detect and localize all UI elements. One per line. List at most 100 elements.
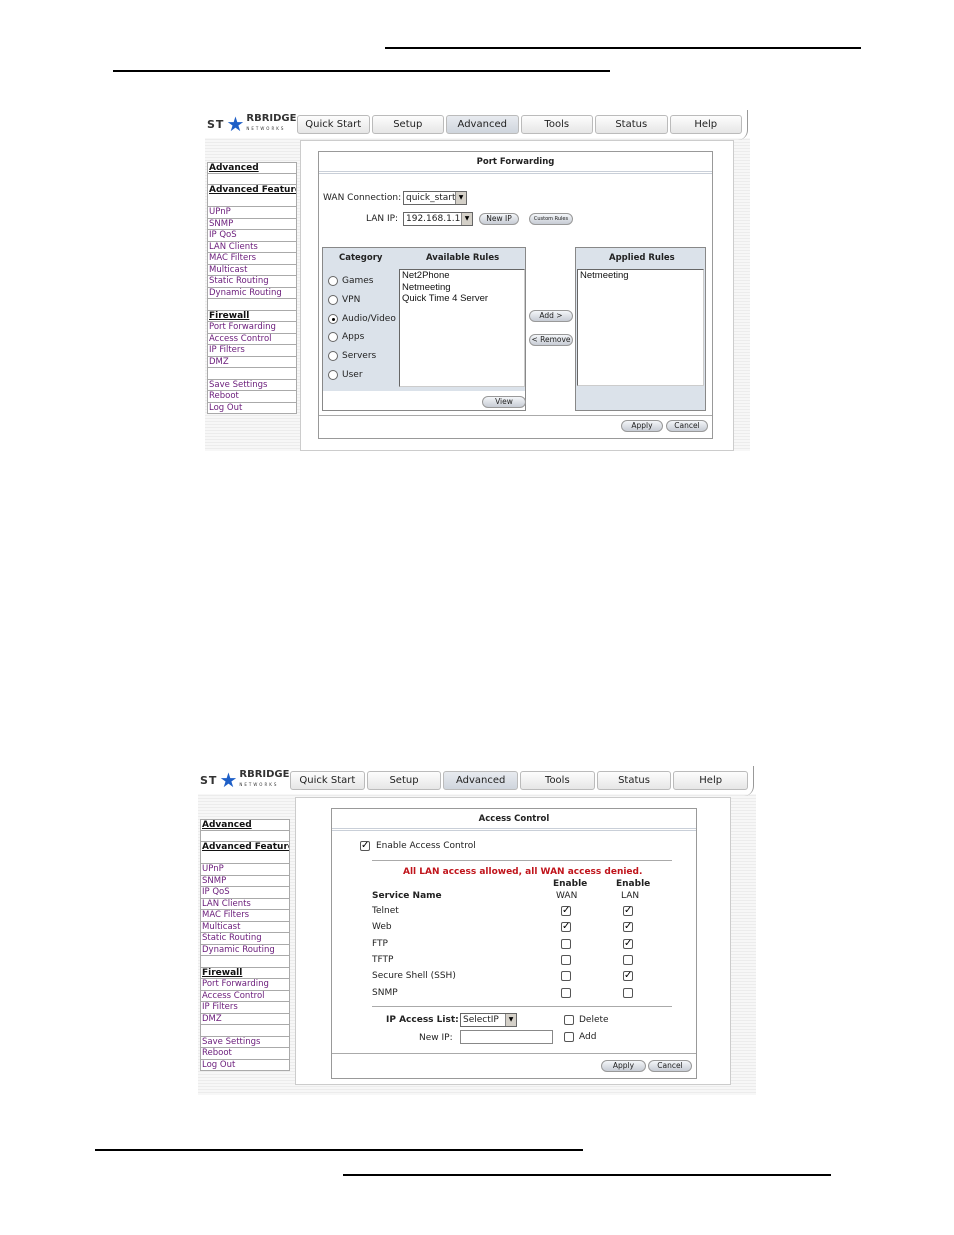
add-button[interactable]: Add > bbox=[529, 310, 573, 322]
sidebar-item-dmz[interactable]: DMZ bbox=[207, 356, 297, 368]
lan-enable-checkbox[interactable]: ✓ bbox=[623, 906, 633, 916]
lan-enable-checkbox[interactable] bbox=[623, 954, 633, 965]
service-name: Telnet bbox=[372, 906, 399, 916]
panel-title: Access Control bbox=[332, 809, 696, 831]
enable-access-control-label: Enable Access Control bbox=[376, 841, 476, 851]
tab-tools[interactable]: Tools bbox=[520, 115, 593, 134]
apply-button[interactable]: Apply bbox=[601, 1060, 646, 1072]
sidebar-item-upnp[interactable]: UPnP bbox=[207, 207, 297, 219]
sidebar-item-log-out[interactable]: Log Out bbox=[207, 402, 297, 414]
wan-enable-checkbox[interactable]: ✓ bbox=[561, 922, 571, 933]
sidebar-item-dynamic-routing[interactable]: Dynamic Routing bbox=[207, 287, 297, 299]
tab-quick-start[interactable]: Quick Start bbox=[290, 771, 365, 790]
tab-advanced[interactable]: Advanced bbox=[443, 771, 519, 790]
service-name: Secure Shell (SSH) bbox=[372, 971, 456, 982]
lan-enable-checkbox[interactable]: ✓ bbox=[623, 938, 633, 949]
panel-title: Port Forwarding bbox=[319, 152, 712, 174]
tab-advanced[interactable]: Advanced bbox=[446, 115, 519, 134]
delete-checkbox[interactable] bbox=[564, 1015, 574, 1025]
sidebar-item-upnp[interactable]: UPnP bbox=[200, 864, 290, 876]
sidebar-item-ip-qos[interactable]: IP QoS bbox=[200, 887, 290, 899]
tab-help[interactable]: Help bbox=[673, 771, 749, 790]
add-checkbox[interactable] bbox=[564, 1032, 574, 1042]
sidebar-item-ip-qos[interactable]: IP QoS bbox=[207, 230, 297, 242]
header-rule-top bbox=[385, 47, 861, 49]
sidebar-item-multicast[interactable]: Multicast bbox=[200, 921, 290, 933]
sidebar-item-mac-filters[interactable]: MAC Filters bbox=[200, 910, 290, 922]
sidebar-item-lan-clients[interactable]: LAN Clients bbox=[200, 898, 290, 910]
service-name: TFTP bbox=[372, 954, 394, 965]
lan-enable-checkbox[interactable]: ✓ bbox=[623, 971, 633, 982]
available-rules-list[interactable]: Net2Phone Netmeeting Quick Time 4 Server bbox=[399, 269, 525, 387]
cancel-button[interactable]: Cancel bbox=[666, 420, 708, 432]
remove-button[interactable]: < Remove bbox=[529, 334, 573, 346]
list-item[interactable]: Netmeeting bbox=[580, 270, 703, 282]
sidebar-heading-features[interactable]: Advanced Features bbox=[207, 185, 297, 207]
star-icon: ★ bbox=[226, 112, 245, 136]
sidebar-item-multicast[interactable]: Multicast bbox=[207, 264, 297, 276]
sidebar-item-access-control[interactable]: Access Control bbox=[207, 333, 297, 345]
lan-enable-checkbox[interactable]: ✓ bbox=[623, 922, 633, 933]
sidebar-item-save-settings[interactable]: Save Settings bbox=[200, 1036, 290, 1048]
list-item[interactable]: Quick Time 4 Server bbox=[402, 293, 524, 305]
sidebar-item-port-forwarding[interactable]: Port Forwarding bbox=[200, 979, 290, 991]
sidebar-item-reboot[interactable]: Reboot bbox=[207, 391, 297, 403]
wan-enable-checkbox[interactable] bbox=[561, 938, 571, 949]
new-ip-button[interactable]: New IP bbox=[479, 213, 519, 225]
tab-setup[interactable]: Setup bbox=[371, 115, 444, 134]
category-apps[interactable]: Apps bbox=[328, 331, 364, 343]
list-item[interactable]: Net2Phone bbox=[402, 270, 524, 282]
sidebar-item-port-forwarding[interactable]: Port Forwarding bbox=[207, 322, 297, 334]
sidebar-heading-advanced[interactable]: Advanced bbox=[207, 162, 297, 174]
sidebar-heading-firewall[interactable]: Firewall bbox=[200, 967, 290, 979]
wan-connection-label: WAN Connection: bbox=[323, 193, 402, 203]
tab-tools[interactable]: Tools bbox=[520, 771, 595, 790]
tab-help[interactable]: Help bbox=[669, 115, 742, 134]
sidebar-item-mac-filters[interactable]: MAC Filters bbox=[207, 253, 297, 265]
sidebar-item-static-routing[interactable]: Static Routing bbox=[207, 276, 297, 288]
sidebar-item-reboot[interactable]: Reboot bbox=[200, 1048, 290, 1060]
wan-enable-checkbox[interactable]: ✓ bbox=[561, 906, 571, 916]
list-item[interactable]: Netmeeting bbox=[402, 282, 524, 294]
sidebar-item-ip-filters[interactable]: IP Filters bbox=[200, 1002, 290, 1014]
sidebar-item-static-routing[interactable]: Static Routing bbox=[200, 933, 290, 945]
category-audio-video[interactable]: Audio/Video bbox=[328, 313, 396, 325]
tab-setup[interactable]: Setup bbox=[366, 771, 442, 790]
sidebar-item-ip-filters[interactable]: IP Filters bbox=[207, 345, 297, 357]
applied-rules-list[interactable]: Netmeeting bbox=[577, 269, 704, 386]
sidebar-heading-advanced[interactable]: Advanced bbox=[200, 819, 290, 831]
lan-ip-select[interactable]: 192.168.1.10 ▼ bbox=[403, 212, 473, 226]
sidebar-item-access-control[interactable]: Access Control bbox=[200, 990, 290, 1002]
ip-access-list-select[interactable]: SelectIP ▼ bbox=[460, 1013, 517, 1027]
tab-status[interactable]: Status bbox=[595, 115, 668, 134]
lan-enable-checkbox[interactable] bbox=[623, 987, 633, 998]
sidebar-heading-firewall[interactable]: Firewall bbox=[207, 310, 297, 322]
sidebar-item-dmz[interactable]: DMZ bbox=[200, 1013, 290, 1025]
cancel-button[interactable]: Cancel bbox=[648, 1060, 692, 1072]
category-servers[interactable]: Servers bbox=[328, 350, 376, 362]
sidebar-item-snmp[interactable]: SNMP bbox=[200, 875, 290, 887]
tab-quick-start[interactable]: Quick Start bbox=[297, 115, 370, 134]
new-ip-input[interactable] bbox=[460, 1030, 553, 1044]
view-button[interactable]: View bbox=[482, 396, 526, 408]
sidebar-item-dynamic-routing[interactable]: Dynamic Routing bbox=[200, 944, 290, 956]
category-games[interactable]: Games bbox=[328, 275, 373, 287]
sidebar-item-snmp[interactable]: SNMP bbox=[207, 218, 297, 230]
wan-enable-checkbox[interactable] bbox=[561, 987, 571, 998]
custom-rules-button[interactable]: Custom Rules bbox=[529, 213, 573, 225]
wan-enable-checkbox[interactable] bbox=[561, 954, 571, 965]
wan-enable-checkbox[interactable] bbox=[561, 971, 571, 982]
category-user[interactable]: User bbox=[328, 369, 363, 381]
tab-status[interactable]: Status bbox=[596, 771, 672, 790]
enable-access-control-checkbox[interactable]: ✓ bbox=[360, 841, 370, 851]
sidebar-item-lan-clients[interactable]: LAN Clients bbox=[207, 241, 297, 253]
lan-ip-label: LAN IP: bbox=[366, 214, 399, 224]
wan-connection-select[interactable]: quick_start ▼ bbox=[403, 191, 467, 205]
category-vpn[interactable]: VPN bbox=[328, 294, 360, 306]
apply-button[interactable]: Apply bbox=[621, 420, 663, 432]
radio-icon bbox=[328, 295, 338, 305]
sidebar: Advanced Advanced Features UPnP SNMP IP … bbox=[200, 819, 290, 1071]
sidebar-heading-features[interactable]: Advanced Features bbox=[200, 842, 290, 864]
sidebar-item-save-settings[interactable]: Save Settings bbox=[207, 379, 297, 391]
sidebar-item-log-out[interactable]: Log Out bbox=[200, 1059, 290, 1071]
